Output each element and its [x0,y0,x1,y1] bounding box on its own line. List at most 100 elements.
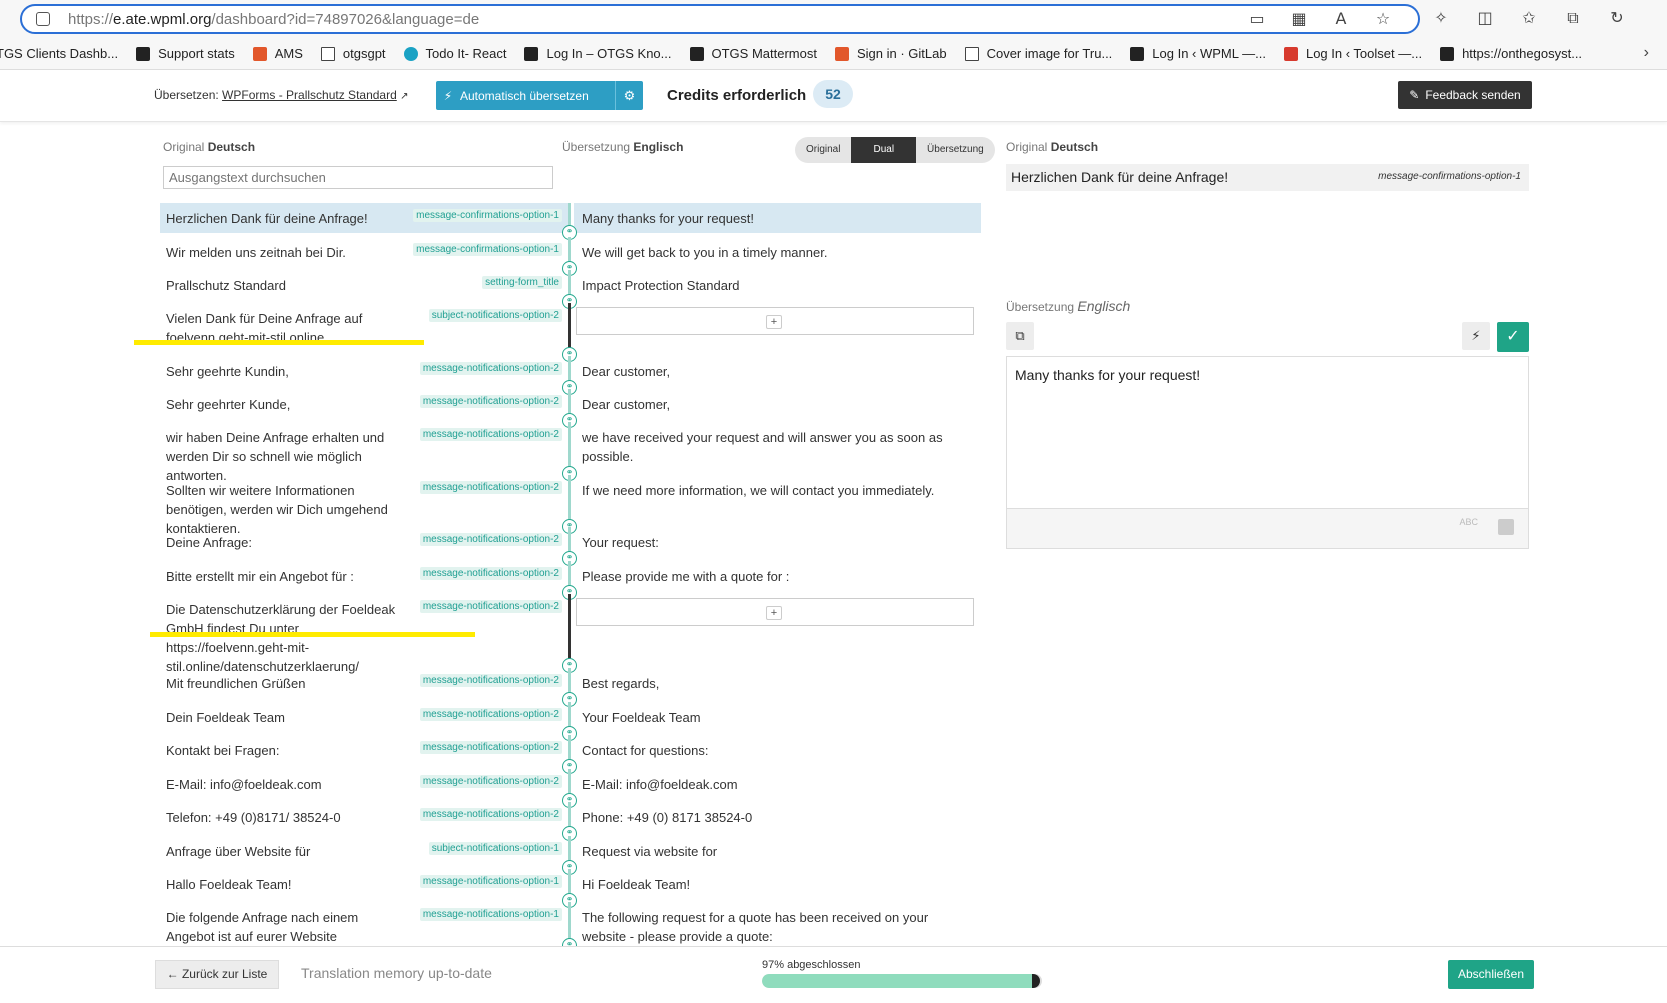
source-cell[interactable]: Sehr geehrter Kunde, message-notification… [160,389,568,421]
empty-translation-field[interactable]: + [576,307,974,335]
segment-row[interactable]: Die Datenschutzerklärung der Foeldeak Gm… [160,594,981,674]
view-dual-option[interactable]: Dual [851,137,917,163]
empty-translation-field[interactable]: + [576,598,974,626]
copy-source-button[interactable]: ⧉ [1006,322,1034,350]
translation-cell[interactable]: Hi Foeldeak Team! [574,869,981,901]
source-cell[interactable]: Die folgende Anfrage nach einem Angebot … [160,902,568,963]
source-cell[interactable]: Deine Anfrage: message-notifications-opti… [160,527,568,559]
app-available-icon[interactable]: ▭ [1246,9,1268,29]
segment-row[interactable]: Wir melden uns zeitnah bei Dir. message-c… [160,237,981,276]
source-cell[interactable]: Sehr geehrte Kundin, message-notification… [160,356,568,388]
history-icon[interactable]: ↻ [1606,8,1628,28]
translation-cell[interactable]: Contact for questions: [574,735,981,767]
bookmark-item[interactable]: OTGS Mattermost [689,46,817,61]
gear-icon[interactable]: ⚙ [615,81,643,110]
split-screen-icon[interactable]: ◫ [1474,8,1496,28]
bookmark-item[interactable]: Sign in · GitLab [834,46,947,61]
bookmark-item[interactable]: TGS Clients Dashb... [0,46,118,61]
source-cell[interactable]: Telefon: +49 (0)8171/ 38524-0 message-not… [160,802,568,834]
source-cell[interactable]: Dein Foeldeak Team message-notifications-… [160,702,568,734]
translation-cell[interactable]: Please provide me with a quote for : [574,561,981,593]
segment-row[interactable]: E-Mail: info@foeldeak.com message-notific… [160,769,981,808]
bookmark-item[interactable]: otgsgpt [320,46,386,61]
back-to-list-button[interactable]: ← Zurück zur Liste [155,960,279,989]
bookmark-item[interactable]: Cover image for Tru... [964,46,1112,61]
segment-row[interactable]: Telefon: +49 (0)8171/ 38524-0 message-not… [160,802,981,841]
machine-translate-button[interactable]: ⚡ [1462,322,1490,350]
translation-cell[interactable]: Impact Protection Standard [574,270,981,302]
translation-cell[interactable]: Phone: +49 (0) 8171 38524-0 [574,802,981,834]
segment-row[interactable]: Anfrage über Website für subject-notifica… [160,836,981,875]
view-original-option[interactable]: Original [795,137,851,163]
bookmark-item[interactable]: Log In ‹ WPML —... [1130,46,1266,61]
segment-row[interactable]: Deine Anfrage: message-notifications-opti… [160,527,981,566]
highlight-annotation [150,632,475,637]
translation-editor[interactable]: Many thanks for your request! [1006,356,1529,509]
bookmark-item[interactable]: Log In – OTGS Kno... [524,46,672,61]
view-translation-option[interactable]: Übersetzung [916,137,995,163]
translation-cell[interactable]: The following request for a quote has be… [574,902,981,946]
collections-icon[interactable]: ⧉ [1562,8,1584,28]
segment-row[interactable]: Sehr geehrter Kunde, message-notification… [160,389,981,428]
source-cell[interactable]: Prallschutz Standard setting-form_title [160,270,568,302]
segment-row[interactable]: Sehr geehrte Kundin, message-notification… [160,356,981,395]
translation-cell[interactable]: Request via website for [574,836,981,868]
favorites-icon[interactable]: ✩ [1518,8,1540,28]
auto-translate-button[interactable]: ⚡ Automatisch übersetzen ⚙ [436,81,643,110]
translation-cell[interactable]: Dear customer, [574,356,981,388]
segment-row[interactable]: Die folgende Anfrage nach einem Angebot … [160,902,981,963]
qr-icon[interactable]: ▦ [1288,9,1310,29]
chevron-right-icon[interactable]: › [1644,44,1649,62]
source-cell[interactable]: Herzlichen Dank für deine Anfrage! messag… [160,203,568,233]
bookmark-item[interactable]: Todo It- React [403,46,506,61]
gear-icon [252,46,267,61]
source-cell[interactable]: Anfrage über Website für subject-notifica… [160,836,568,868]
segment-row[interactable]: Bitte erstellt mir ein Angebot für : mess… [160,561,981,600]
source-cell[interactable]: Kontakt bei Fragen: message-notifications… [160,735,568,767]
segment-row[interactable]: Kontakt bei Fragen: message-notifications… [160,735,981,774]
job-title-link[interactable]: WPForms - Prallschutz Standard [222,88,397,102]
source-cell[interactable]: Wir melden uns zeitnah bei Dir. message-c… [160,237,568,269]
favorite-star-icon[interactable]: ☆ [1372,9,1394,29]
finish-button[interactable]: Abschließen [1448,960,1534,989]
source-cell[interactable]: wir haben Deine Anfrage erhalten und wer… [160,422,568,483]
source-cell[interactable]: Hallo Foeldeak Team! message-notification… [160,869,568,901]
extensions-icon[interactable]: ✧ [1430,8,1452,28]
confirm-translation-button[interactable]: ✓ [1497,322,1529,352]
add-translation-icon[interactable]: + [766,606,782,620]
segment-row[interactable]: Herzlichen Dank für deine Anfrage! messag… [160,203,981,240]
source-cell[interactable]: Sollten wir weitere Informationen benöti… [160,475,568,536]
source-cell[interactable]: Die Datenschutzerklärung der Foeldeak Gm… [160,594,568,674]
segment-row[interactable]: Prallschutz Standard setting-form_title Im… [160,270,981,309]
segment-row[interactable]: wir haben Deine Anfrage erhalten und wer… [160,422,981,483]
translation-cell[interactable]: We will get back to you in a timely mann… [574,237,981,269]
segment-row[interactable]: Sollten wir weitere Informationen benöti… [160,475,981,536]
segment-row[interactable]: Mit freundlichen Grüßen message-notificat… [160,668,981,707]
translation-cell[interactable]: Dear customer, [574,389,981,421]
read-aloud-icon[interactable]: A [1330,9,1352,29]
bookmark-item[interactable]: Log In ‹ Toolset —... [1283,46,1422,61]
translation-cell[interactable]: E-Mail: info@foeldeak.com [574,769,981,801]
segment-row[interactable]: Vielen Dank für Deine Anfrage auf foelve… [160,303,981,362]
spellcheck-icon[interactable]: ABC [1459,517,1478,527]
translation-cell[interactable]: we have received your request and will a… [574,422,981,474]
bookmark-item[interactable]: Support stats [136,46,235,61]
keyboard-icon[interactable] [1498,519,1514,535]
feedback-button[interactable]: ✎ Feedback senden [1398,81,1532,109]
translation-cell[interactable]: If we need more information, we will con… [574,475,981,527]
source-cell[interactable]: Mit freundlichen Grüßen message-notificat… [160,668,568,700]
bookmark-item[interactable]: AMS [252,46,303,61]
bookmark-item[interactable]: https://onthegosyst... [1440,46,1582,61]
segment-row[interactable]: Hallo Foeldeak Team! message-notification… [160,869,981,908]
add-translation-icon[interactable]: + [766,315,782,329]
translation-cell[interactable]: Your request: [574,527,981,559]
segment-row[interactable]: Dein Foeldeak Team message-notifications-… [160,702,981,741]
source-cell[interactable]: Bitte erstellt mir ein Angebot für : mess… [160,561,568,593]
address-bar[interactable]: https://e.ate.wpml.org/dashboard?id=7489… [20,4,1420,34]
source-search-input[interactable] [163,166,553,189]
translation-cell[interactable]: Many thanks for your request! [574,203,981,233]
source-cell[interactable]: Vielen Dank für Deine Anfrage auf foelve… [160,303,568,355]
source-cell[interactable]: E-Mail: info@foeldeak.com message-notific… [160,769,568,801]
translation-cell[interactable]: Your Foeldeak Team [574,702,981,734]
translation-cell[interactable]: Best regards, [574,668,981,700]
